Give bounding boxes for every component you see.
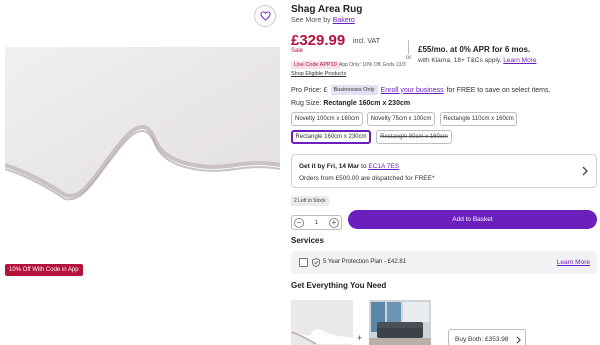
see-more-by: See More by Bakero <box>291 17 355 24</box>
size-option-novelty-100x160[interactable]: Novelty 100cm x 160cm <box>291 112 363 126</box>
delivery-get-it: Get it by Fri, 14 Mar <box>299 163 360 170</box>
decrease-quantity-button[interactable]: − <box>294 217 304 228</box>
rug-thumbnail <box>291 300 353 345</box>
price-divider <box>408 40 409 54</box>
businesses-only-badge: Businesses Only <box>330 85 378 95</box>
rug-size-selected: Rectangle 160cm x 230cm <box>323 100 411 107</box>
chevron-right-icon <box>582 166 588 176</box>
size-option-rectangle-110x160[interactable]: Rectangle 110cm x 160cm <box>440 112 517 126</box>
size-option-label: Rectangle 110cm x 160cm <box>443 116 514 122</box>
klarna-terms: with Klarna. 18+ T&Cs apply. Learn More <box>418 57 536 64</box>
size-option-label: Novelty 100cm x 160cm <box>294 116 360 122</box>
delivery-to: to <box>361 163 367 170</box>
see-more-prefix: See More by <box>291 17 331 24</box>
shop-eligible-link[interactable]: Shop Eligible Products <box>291 71 346 77</box>
size-option-label: Rectangle 80cm x 160cm <box>380 134 448 140</box>
pro-price-label: Pro Price: £ <box>291 86 328 94</box>
quantity-value[interactable]: 1 <box>315 220 318 226</box>
product-image[interactable] <box>5 47 280 203</box>
size-option-label: Novelty 75cm x 100cm <box>370 116 432 122</box>
product-details: Shag Area Rug See More by Bakero £329.99… <box>291 0 597 345</box>
protection-learn-more-link[interactable]: Learn More <box>557 259 590 266</box>
increase-quantity-button[interactable]: + <box>329 217 339 228</box>
pro-price-row: Pro Price: £ Businesses Only Enroll your… <box>291 85 550 95</box>
rug-size-heading: Rug Size: Rectangle 160cm x 230cm <box>291 100 410 107</box>
app-discount-badge: 10% Off With Code in App <box>5 264 83 276</box>
bundle-item-room-image[interactable] <box>369 300 431 345</box>
add-to-basket-button[interactable]: Add to Basket <box>348 210 597 229</box>
buy-both-label: Buy Both: £353.98 <box>455 336 509 343</box>
delivery-date: Get it by Fri, 14 Mar to EC1A 7ES <box>299 163 399 170</box>
heart-icon <box>259 11 271 21</box>
buy-both-button[interactable]: Buy Both: £353.98 <box>448 329 526 345</box>
rug-size-label: Rug Size: <box>291 100 322 107</box>
protection-plan-label: 5 Year Protection Plan - £42.81 <box>323 259 407 265</box>
bundle-item-rug-image[interactable] <box>291 300 353 345</box>
postcode-link[interactable]: EC1A 7ES <box>368 163 399 170</box>
free-dispatch-text: Orders from £500.00 are dispatched for F… <box>299 175 435 182</box>
or-label: or <box>406 55 412 61</box>
rug-illustration <box>5 47 280 203</box>
bundle-heading: Get Everything You Need <box>291 281 387 290</box>
app-only-text: App Only: 10% Off, Ends 13/3 <box>339 62 406 68</box>
klarna-offer: £55/mo. at 0% APR for 6 mos. <box>418 45 531 54</box>
quantity-stepper: − 1 + <box>291 215 342 230</box>
wishlist-button[interactable] <box>254 5 276 27</box>
delivery-info-card[interactable]: Get it by Fri, 14 Mar to EC1A 7ES Orders… <box>291 154 597 188</box>
product-title: Shag Area Rug <box>291 4 363 15</box>
promo-code-badge: Use Code APP10 <box>291 61 340 69</box>
bundle-plus: + <box>357 333 363 343</box>
sale-label: Sale <box>291 48 304 54</box>
product-price: £329.99 <box>291 32 346 49</box>
protection-plan-checkbox[interactable] <box>299 258 308 267</box>
room-thumbnail <box>369 300 431 345</box>
chevron-right-icon <box>516 336 521 344</box>
pro-price-suffix: for FREE to save on select items. <box>446 86 551 94</box>
size-option-label: Rectangle 160cm x 230cm <box>295 134 367 140</box>
klarna-learn-more-link[interactable]: Learn More <box>503 57 536 64</box>
stock-badge: 2 Left in Stock <box>291 196 329 206</box>
brand-link[interactable]: Bakero <box>333 17 355 24</box>
size-option-novelty-75x100[interactable]: Novelty 75cm x 100cm <box>367 112 435 126</box>
shield-icon <box>312 258 320 267</box>
vat-label: incl. VAT <box>353 38 380 45</box>
klarna-terms-text: with Klarna. 18+ T&Cs apply. <box>418 57 502 64</box>
protection-plan-row: 5 Year Protection Plan - £42.81 Learn Mo… <box>291 251 597 274</box>
enroll-business-link[interactable]: Enroll your business <box>381 87 444 94</box>
size-option-rectangle-160x230[interactable]: Rectangle 160cm x 230cm <box>291 130 371 144</box>
services-heading: Services <box>291 236 324 245</box>
size-option-rectangle-80x160[interactable]: Rectangle 80cm x 160cm <box>376 130 452 144</box>
